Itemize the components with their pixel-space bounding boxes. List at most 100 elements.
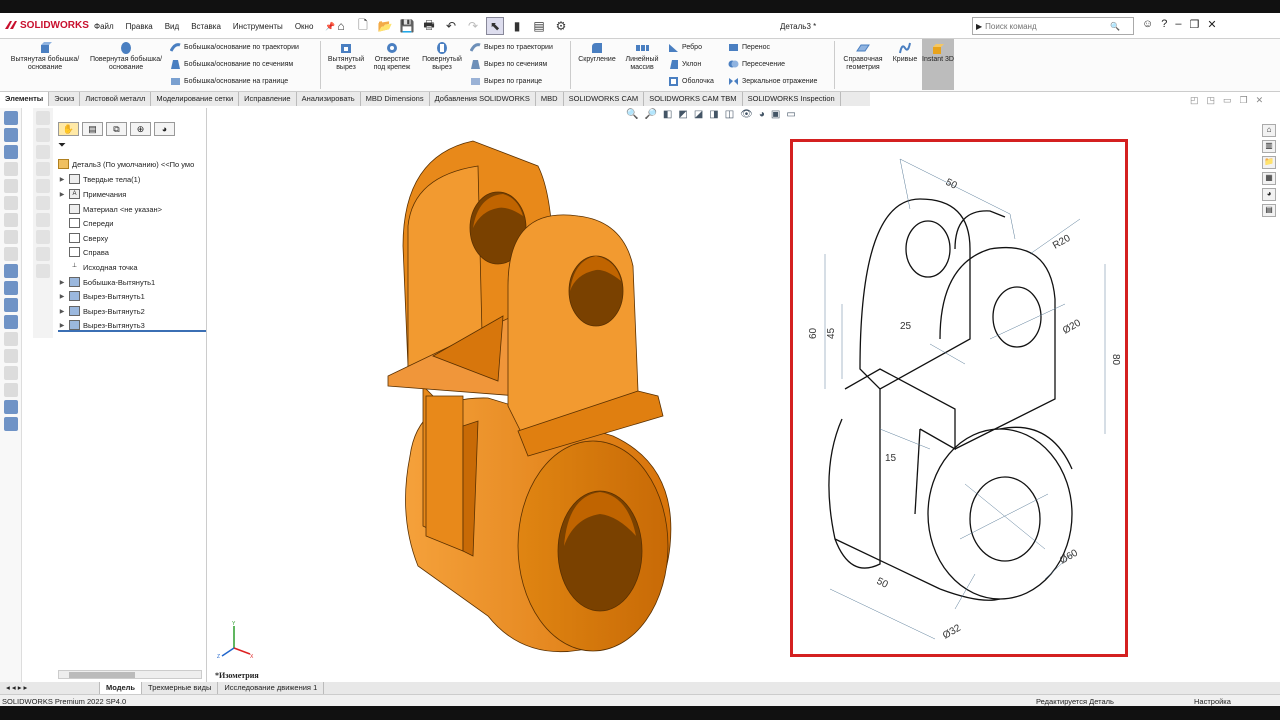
menu-view[interactable]: Вид (165, 22, 179, 31)
tool-icon[interactable] (4, 196, 18, 210)
hide-show-icon[interactable]: 👁 (740, 109, 753, 120)
file-properties-icon[interactable]: ▤ (530, 17, 548, 35)
undo-icon[interactable]: ↶ (442, 17, 460, 35)
solidworks-logo[interactable]: SOLIDWORKS (4, 19, 89, 31)
tree-item-origin[interactable]: ⊥ Исходная точка (58, 262, 138, 272)
tool-icon[interactable] (36, 213, 50, 227)
expand-arrow-icon[interactable]: ▶ (58, 308, 66, 315)
tool-icon[interactable] (4, 383, 18, 397)
split-icon[interactable]: ◳ (1207, 95, 1216, 106)
extruded-boss-button[interactable]: Вытянутая бобышка/основание (6, 41, 84, 72)
hole-wizard-button[interactable]: Отверстие под крепеж (368, 41, 416, 72)
tree-item-cut-extrude2[interactable]: ▶ Вырез-Вытянуть2 (58, 306, 145, 316)
user-icon[interactable]: ☺ (1142, 18, 1153, 31)
tab-nav-arrows[interactable]: ◂ ◂ ▸ ▸ (0, 682, 100, 694)
tree-item-boss-extrude1[interactable]: ▶ Бобышка-Вытянуть1 (58, 277, 155, 287)
tab-repair[interactable]: Исправление (239, 92, 297, 106)
tree-item-right-plane[interactable]: Справа (58, 247, 109, 257)
tool-icon[interactable] (36, 247, 50, 261)
tool-icon[interactable] (36, 179, 50, 193)
dynamic-annotation-icon[interactable]: ◪ (694, 109, 703, 120)
tree-item-material[interactable]: Материал <не указан> (58, 204, 162, 214)
custom-properties-icon[interactable]: ▤ (1262, 204, 1276, 217)
curves-button[interactable]: Кривые (888, 41, 922, 64)
tab-evaluate[interactable]: Анализировать (297, 92, 361, 106)
home-icon[interactable]: ⌂ (332, 17, 350, 35)
search-input[interactable] (985, 21, 1108, 31)
swept-cut-button[interactable]: Вырез по траектории (470, 42, 553, 53)
mirror-button[interactable]: Зеркальное отражение (728, 76, 817, 87)
tool-icon[interactable] (36, 264, 50, 278)
tab-mbd[interactable]: MBD (536, 92, 564, 106)
command-search[interactable]: ▶ 🔍 (972, 17, 1134, 35)
menu-insert[interactable]: Вставка (191, 22, 221, 31)
select-cursor-icon[interactable]: ⬉ (486, 17, 504, 35)
expand-arrow-icon[interactable]: ▶ (58, 293, 66, 300)
design-library-icon[interactable]: ▥ (1262, 140, 1276, 153)
tab-cam-tbm[interactable]: SOLIDWORKS CAM TBM (644, 92, 743, 106)
scene-icon[interactable]: ▣ (771, 109, 780, 120)
menu-window[interactable]: Окно (295, 22, 314, 31)
appearance-icon[interactable]: ◕ (759, 109, 765, 120)
tool-icon[interactable] (4, 230, 18, 244)
expand-arrow-icon[interactable]: ▶ (58, 176, 66, 183)
tool-icon[interactable] (4, 315, 18, 329)
tree-item-front-plane[interactable]: Спереди (58, 218, 113, 228)
filter-icon[interactable]: ⏷ (58, 140, 206, 151)
tab-mbd-dimensions[interactable]: MBD Dimensions (361, 92, 430, 106)
tab-motion-study[interactable]: Исследование движения 1 (218, 682, 325, 694)
lofted-cut-button[interactable]: Вырез по сечениям (470, 59, 547, 70)
expand-arrow-icon[interactable]: ▶ (58, 191, 66, 198)
viewport-minimize-icon[interactable]: ▭ (1223, 95, 1232, 106)
view-settings-icon[interactable]: ▭ (786, 109, 795, 120)
tool-icon[interactable] (36, 111, 50, 125)
rib-button[interactable]: Ребро (668, 42, 702, 53)
tool-icon[interactable] (4, 281, 18, 295)
tab-sheet-metal[interactable]: Листовой металл (80, 92, 152, 106)
previous-view-icon[interactable]: ◧ (663, 109, 672, 120)
shell-button[interactable]: Оболочка (668, 76, 714, 87)
tool-icon[interactable] (4, 162, 18, 176)
configuration-manager-tab-icon[interactable]: ⧉ (106, 122, 127, 136)
revolved-cut-button[interactable]: Повернутый вырез (418, 41, 466, 72)
tab-addins[interactable]: Добавления SOLIDWORKS (430, 92, 536, 106)
swept-boss-button[interactable]: Бобышка/основание по траектории (170, 42, 299, 53)
tool-icon[interactable] (4, 145, 18, 159)
minimize-icon[interactable]: – (1175, 18, 1181, 31)
traffic-light-icon[interactable]: ▮ (508, 17, 526, 35)
tab-mesh-modeling[interactable]: Моделирование сетки (151, 92, 240, 106)
display-style-icon[interactable]: ◫ (725, 109, 734, 120)
display-manager-tab-icon[interactable]: ◕ (154, 122, 175, 136)
tree-horizontal-scrollbar[interactable] (58, 670, 202, 679)
draft-button[interactable]: Уклон (668, 59, 701, 70)
tool-icon[interactable] (36, 230, 50, 244)
tool-icon[interactable] (4, 264, 18, 278)
resources-icon[interactable]: ⌂ (1262, 124, 1276, 137)
tool-icon[interactable] (4, 179, 18, 193)
customize-button[interactable]: Настройка (1194, 697, 1231, 706)
tree-item-top-plane[interactable]: Сверху (58, 233, 108, 243)
view-orientation-icon[interactable]: ◨ (709, 109, 718, 120)
tool-icon[interactable] (4, 400, 18, 414)
tool-icon[interactable] (36, 196, 50, 210)
tile-icon[interactable]: ◰ (1190, 95, 1199, 106)
appearances-icon[interactable]: ◕ (1262, 188, 1276, 201)
part-3d-model[interactable] (378, 136, 688, 656)
tree-root[interactable]: Деталь3 (По умолчанию) <<По умо (58, 159, 194, 169)
restore-icon[interactable]: ❐ (1189, 18, 1199, 31)
menu-file[interactable]: Файл (94, 22, 114, 31)
wrap-button[interactable]: Перенос (728, 42, 770, 53)
tool-icon[interactable] (4, 213, 18, 227)
instant3d-button[interactable]: Instant 3D (922, 39, 954, 90)
boundary-cut-button[interactable]: Вырез по границе (470, 76, 542, 87)
tab-cam[interactable]: SOLIDWORKS CAM (564, 92, 645, 106)
expand-arrow-icon[interactable]: ▶ (58, 279, 66, 286)
tab-model[interactable]: Модель (100, 682, 143, 694)
tab-3d-views[interactable]: Трехмерные виды (142, 682, 219, 694)
tool-icon[interactable] (4, 417, 18, 431)
revolved-boss-button[interactable]: Повернутая бобышка/основание (86, 41, 166, 72)
fillet-button[interactable]: Скругление (574, 41, 620, 64)
options-gear-icon[interactable]: ⚙ (552, 17, 570, 35)
tool-icon[interactable] (4, 298, 18, 312)
tool-icon[interactable] (4, 349, 18, 363)
